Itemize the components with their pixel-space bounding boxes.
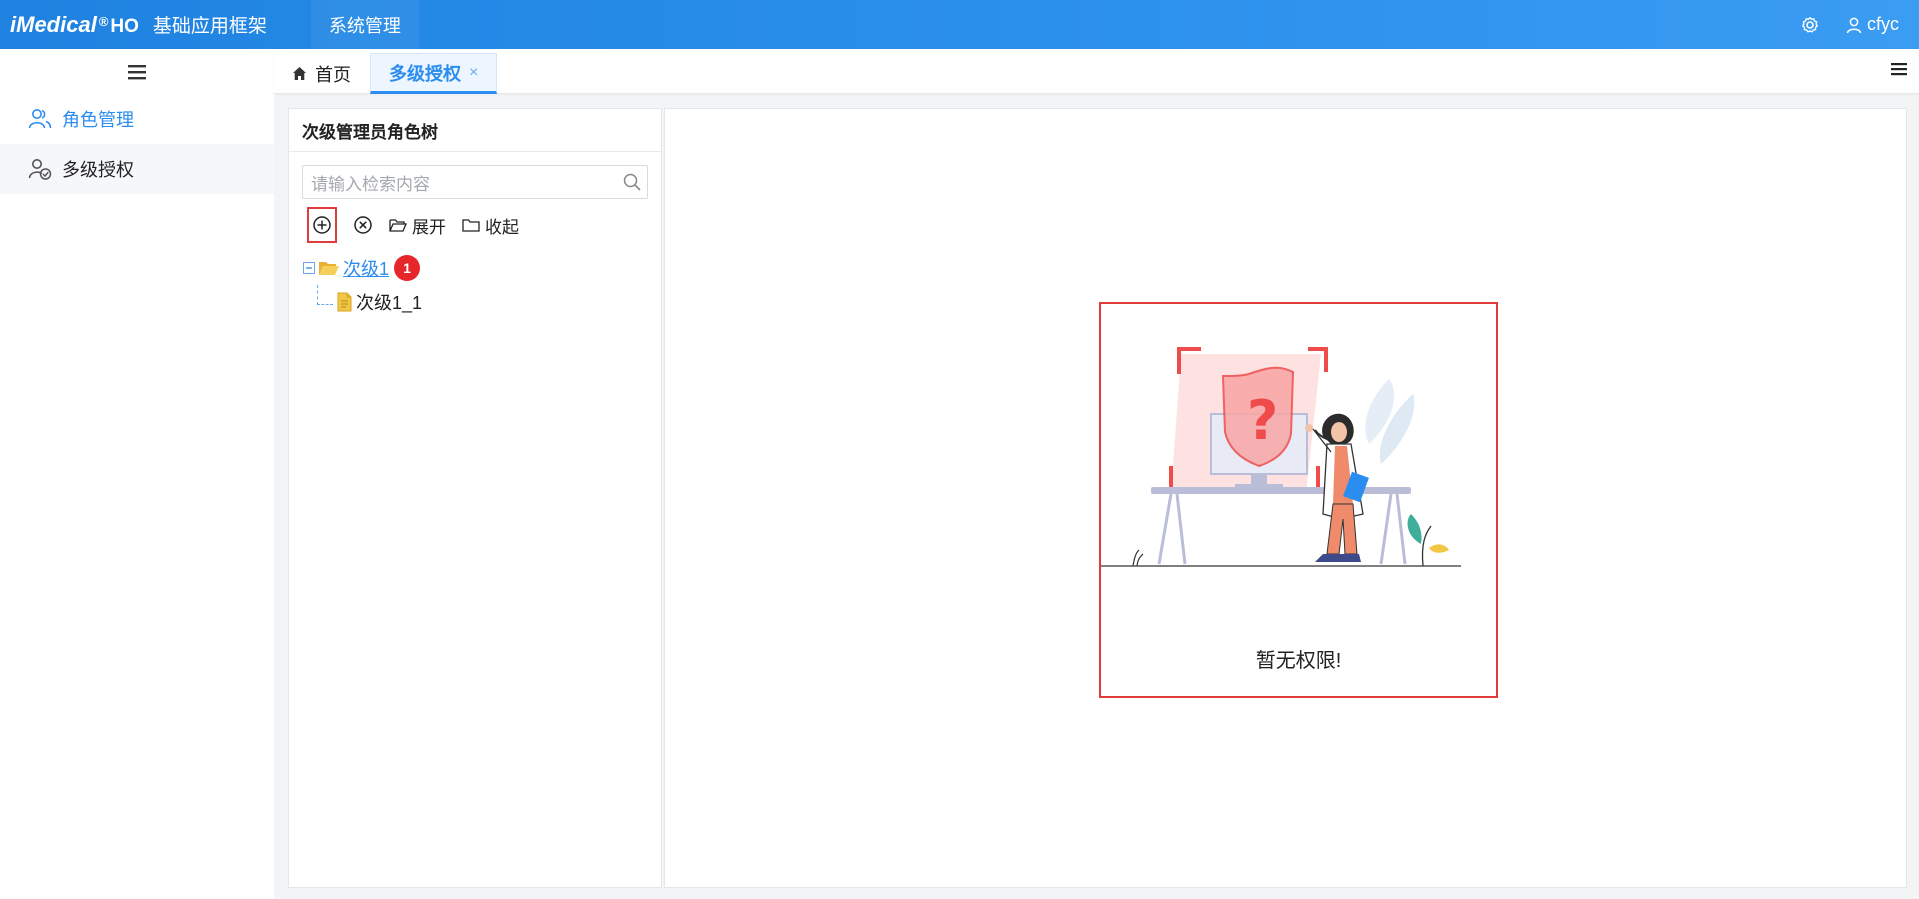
folder-open-icon: [319, 262, 339, 275]
tree-node-child[interactable]: 次级1_1: [303, 285, 422, 319]
home-icon: [293, 67, 306, 80]
add-button[interactable]: [307, 207, 337, 243]
folder-open-icon: [389, 219, 407, 232]
expand-button[interactable]: 展开: [389, 213, 446, 238]
top-right-tools: cfyc: [1799, 0, 1899, 49]
tab-home[interactable]: 首页: [274, 53, 369, 94]
sidebar-item-label: 角色管理: [62, 110, 134, 130]
no-permission-illustration: ?: [1101, 347, 1461, 567]
user-name: cfyc: [1866, 14, 1899, 34]
plus-circle-icon: [313, 216, 331, 234]
user-menu[interactable]: cfyc: [1843, 14, 1899, 36]
delete-button[interactable]: [353, 215, 373, 235]
users-icon: [28, 109, 52, 129]
top-nav-system-management[interactable]: 系统管理: [310, 0, 419, 49]
tree-node-label[interactable]: 次级1_1: [356, 289, 422, 315]
tab-multilevel-auth[interactable]: 多级授权 ×: [370, 53, 498, 94]
user-icon: [1843, 14, 1865, 36]
user-check-icon: [28, 159, 52, 180]
sidebar-toggle[interactable]: [0, 49, 274, 94]
no-permission-card: ? 暂无权限!: [1099, 302, 1498, 698]
document-icon: [337, 292, 352, 312]
logo-suffix: HO: [110, 15, 139, 37]
collapse-label: 收起: [485, 217, 519, 237]
search-icon[interactable]: [622, 172, 642, 197]
folder-icon: [462, 219, 480, 232]
sidebar-item-label: 多级授权: [62, 160, 134, 180]
tree-node-root[interactable]: 次级1 1: [303, 251, 422, 285]
logo: iMedical ® HO: [10, 12, 139, 38]
close-circle-icon: [354, 216, 372, 234]
logo-registered-mark: ®: [98, 13, 109, 29]
count-badge: 1: [394, 255, 421, 281]
collapse-toggle-icon[interactable]: [303, 262, 315, 274]
tabs-bar: 首页 多级授权 ×: [274, 49, 1919, 94]
search-placeholder: 请输入检索内容: [311, 174, 430, 194]
tab-home-label: 首页: [315, 64, 351, 85]
no-permission-message: 暂无权限!: [1255, 650, 1342, 672]
panel-title: 次级管理员角色树: [289, 109, 661, 152]
app-title: 基础应用框架: [152, 16, 267, 37]
tree-toolbar: 展开 收起: [307, 207, 519, 243]
sidebar-item-role-management[interactable]: 角色管理: [0, 94, 274, 144]
tree-node-label[interactable]: 次级1: [343, 255, 389, 281]
role-tree: 次级1 1 次级1_1: [303, 251, 422, 319]
settings-icon[interactable]: [1799, 14, 1821, 36]
role-tree-panel: 次级管理员角色树 请输入检索内容 展开 收起 次级1 1 次级1_1: [288, 108, 662, 888]
close-icon[interactable]: ×: [469, 64, 478, 82]
collapse-button[interactable]: 收起: [462, 213, 519, 238]
top-bar: iMedical ® HO 基础应用框架 系统管理 cfyc: [0, 0, 1919, 49]
tabs-menu-button[interactable]: [1891, 61, 1907, 80]
hamburger-icon: [128, 64, 146, 79]
sidebar: 角色管理 多级授权: [0, 49, 274, 899]
menu-icon: [1891, 63, 1907, 76]
svg-text:?: ?: [1247, 389, 1278, 452]
sidebar-item-multilevel-auth[interactable]: 多级授权: [0, 144, 274, 194]
expand-label: 展开: [412, 217, 446, 237]
tree-connector-line: [317, 285, 333, 305]
search-input[interactable]: 请输入检索内容: [302, 165, 648, 199]
logo-brand: iMedical: [10, 11, 97, 37]
tab-active-label: 多级授权: [389, 63, 461, 84]
